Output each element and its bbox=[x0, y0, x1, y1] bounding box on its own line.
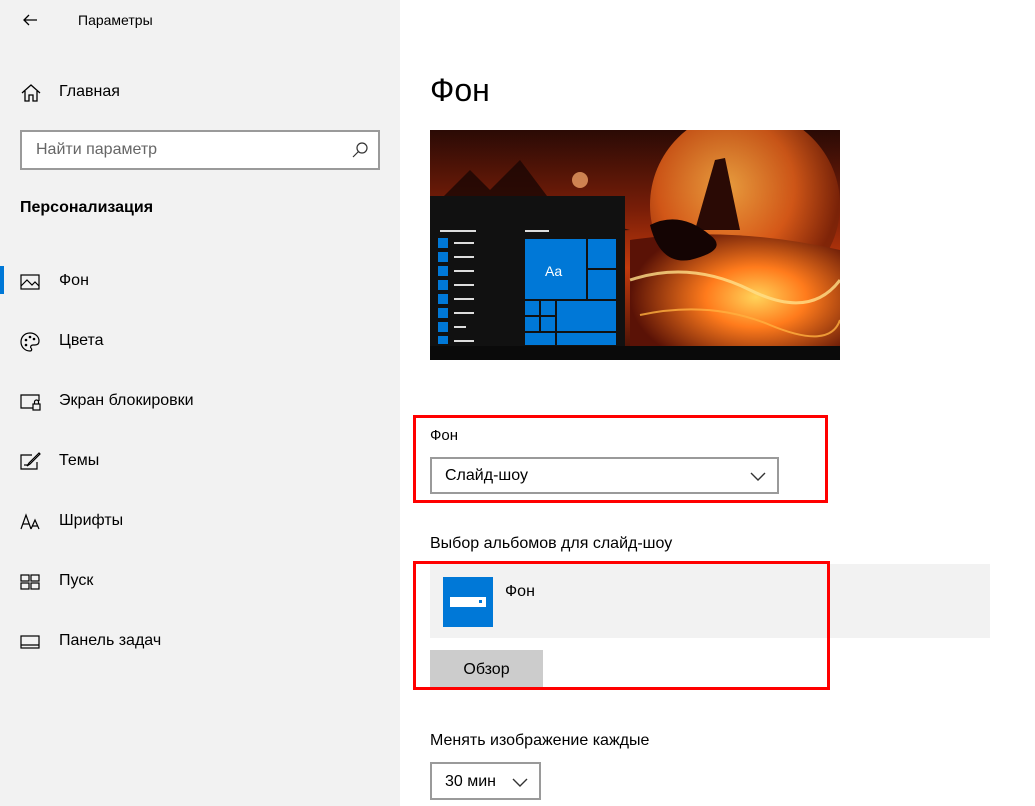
start-menu-icon bbox=[438, 322, 448, 332]
sidebar-nav: Фон Цвета Экран блокировки Темы Шрифты П… bbox=[0, 252, 400, 672]
sidebar-item-lock-screen[interactable]: Экран блокировки bbox=[0, 372, 400, 432]
search-icon[interactable] bbox=[350, 140, 370, 160]
sidebar-item-label: Темы bbox=[59, 452, 100, 469]
start-tile bbox=[524, 300, 540, 316]
home-icon bbox=[21, 84, 41, 102]
start-menu-line bbox=[454, 242, 474, 244]
start-tile-large: Aa bbox=[524, 238, 587, 300]
section-title: Персонализация bbox=[20, 199, 154, 216]
sidebar-item-background[interactable]: Фон bbox=[0, 252, 400, 312]
highlight-box bbox=[413, 415, 828, 503]
sidebar-item-label: Главная bbox=[59, 83, 120, 100]
start-menu-icon bbox=[438, 280, 448, 290]
start-menu-icon bbox=[438, 294, 448, 304]
start-tile bbox=[524, 316, 540, 332]
sidebar-item-themes[interactable]: Темы bbox=[0, 432, 400, 492]
start-tile bbox=[556, 332, 617, 346]
start-menu-icon bbox=[438, 238, 448, 248]
highlight-box bbox=[413, 561, 830, 690]
picture-icon bbox=[20, 274, 40, 290]
start-menu-icon bbox=[438, 336, 448, 344]
search-input[interactable] bbox=[22, 132, 342, 168]
sidebar: Параметры Главная Персонализация Фон bbox=[0, 0, 400, 806]
selection-indicator bbox=[0, 266, 4, 294]
sidebar-item-label: Фон bbox=[59, 272, 89, 289]
start-tile bbox=[587, 269, 617, 300]
start-menu-line bbox=[440, 230, 476, 232]
dropdown-value: 30 мин bbox=[445, 773, 497, 790]
sidebar-item-label: Панель задач bbox=[59, 632, 162, 649]
lock-screen-icon bbox=[20, 394, 41, 411]
tile-text: Aa bbox=[545, 263, 563, 279]
start-icon bbox=[20, 574, 40, 590]
sidebar-item-label: Шрифты bbox=[59, 512, 124, 529]
back-arrow-icon bbox=[23, 14, 37, 26]
sidebar-item-colors[interactable]: Цвета bbox=[0, 312, 400, 372]
start-menu-line bbox=[525, 230, 549, 232]
start-tile bbox=[540, 300, 556, 316]
chevron-down-icon bbox=[512, 778, 528, 787]
back-button[interactable] bbox=[14, 6, 46, 34]
start-menu-preview: Aa bbox=[430, 196, 625, 346]
sidebar-item-label: Пуск bbox=[59, 572, 94, 589]
sidebar-item-start[interactable]: Пуск bbox=[0, 552, 400, 612]
palette-icon bbox=[20, 332, 40, 352]
start-menu-icon bbox=[438, 266, 448, 276]
start-tile bbox=[587, 238, 617, 269]
fonts-icon bbox=[20, 513, 40, 530]
sidebar-item-taskbar[interactable]: Панель задач bbox=[0, 612, 400, 672]
start-menu-icon bbox=[438, 308, 448, 318]
page-title: Фон bbox=[430, 72, 490, 108]
window-title: Параметры bbox=[78, 12, 153, 28]
start-menu-line bbox=[454, 312, 474, 314]
albums-label: Выбор альбомов для слайд-шоу bbox=[430, 535, 673, 552]
start-tile bbox=[524, 332, 556, 346]
start-tile bbox=[556, 300, 617, 332]
taskbar-icon bbox=[20, 635, 40, 649]
start-menu-line bbox=[454, 326, 466, 328]
sidebar-item-fonts[interactable]: Шрифты bbox=[0, 492, 400, 552]
change-interval-dropdown[interactable]: 30 мин bbox=[430, 762, 541, 800]
change-interval-label: Менять изображение каждые bbox=[430, 732, 650, 749]
search-box[interactable] bbox=[20, 130, 380, 170]
start-menu-line bbox=[454, 256, 474, 258]
sidebar-item-home[interactable]: Главная bbox=[0, 72, 400, 112]
start-menu-line bbox=[454, 270, 474, 272]
start-menu-line bbox=[454, 284, 474, 286]
start-tile bbox=[540, 316, 556, 332]
start-menu-line bbox=[454, 298, 474, 300]
sidebar-item-label: Экран блокировки bbox=[59, 392, 194, 409]
themes-icon bbox=[20, 452, 41, 470]
start-menu-line bbox=[454, 340, 474, 342]
taskbar-preview bbox=[430, 346, 840, 360]
start-menu-icon bbox=[438, 252, 448, 262]
desktop-preview: Aa bbox=[430, 130, 840, 360]
sidebar-item-label: Цвета bbox=[59, 332, 104, 349]
